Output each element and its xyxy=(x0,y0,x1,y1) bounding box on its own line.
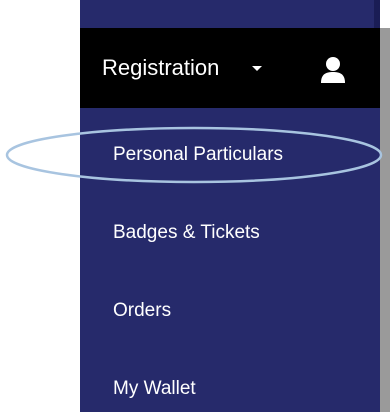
top-strip xyxy=(80,0,380,28)
registration-menu-header[interactable]: Registration xyxy=(80,28,380,108)
menu-item-label: My Wallet xyxy=(113,378,196,399)
dropdown-menu-panel: Registration Personal Particulars Badges… xyxy=(80,0,380,412)
registration-dropdown-toggle[interactable]: Registration xyxy=(102,28,219,108)
menu-item-label: Orders xyxy=(113,300,172,321)
menu-item-my-wallet[interactable]: My Wallet xyxy=(80,350,380,412)
scrollbar-track[interactable] xyxy=(380,28,390,412)
screenshot-stage: Registration Personal Particulars Badges… xyxy=(0,0,390,412)
panel-edge xyxy=(374,0,380,28)
menu-item-personal-particulars[interactable]: Personal Particulars xyxy=(80,116,380,194)
menu-item-label: Badges & Tickets xyxy=(113,222,260,243)
menu-item-orders[interactable]: Orders xyxy=(80,272,380,350)
menu-item-badges-tickets[interactable]: Badges & Tickets xyxy=(80,194,380,272)
caret-down-icon xyxy=(252,66,262,71)
menu-item-label: Personal Particulars xyxy=(113,144,284,165)
user-icon[interactable] xyxy=(320,56,346,84)
